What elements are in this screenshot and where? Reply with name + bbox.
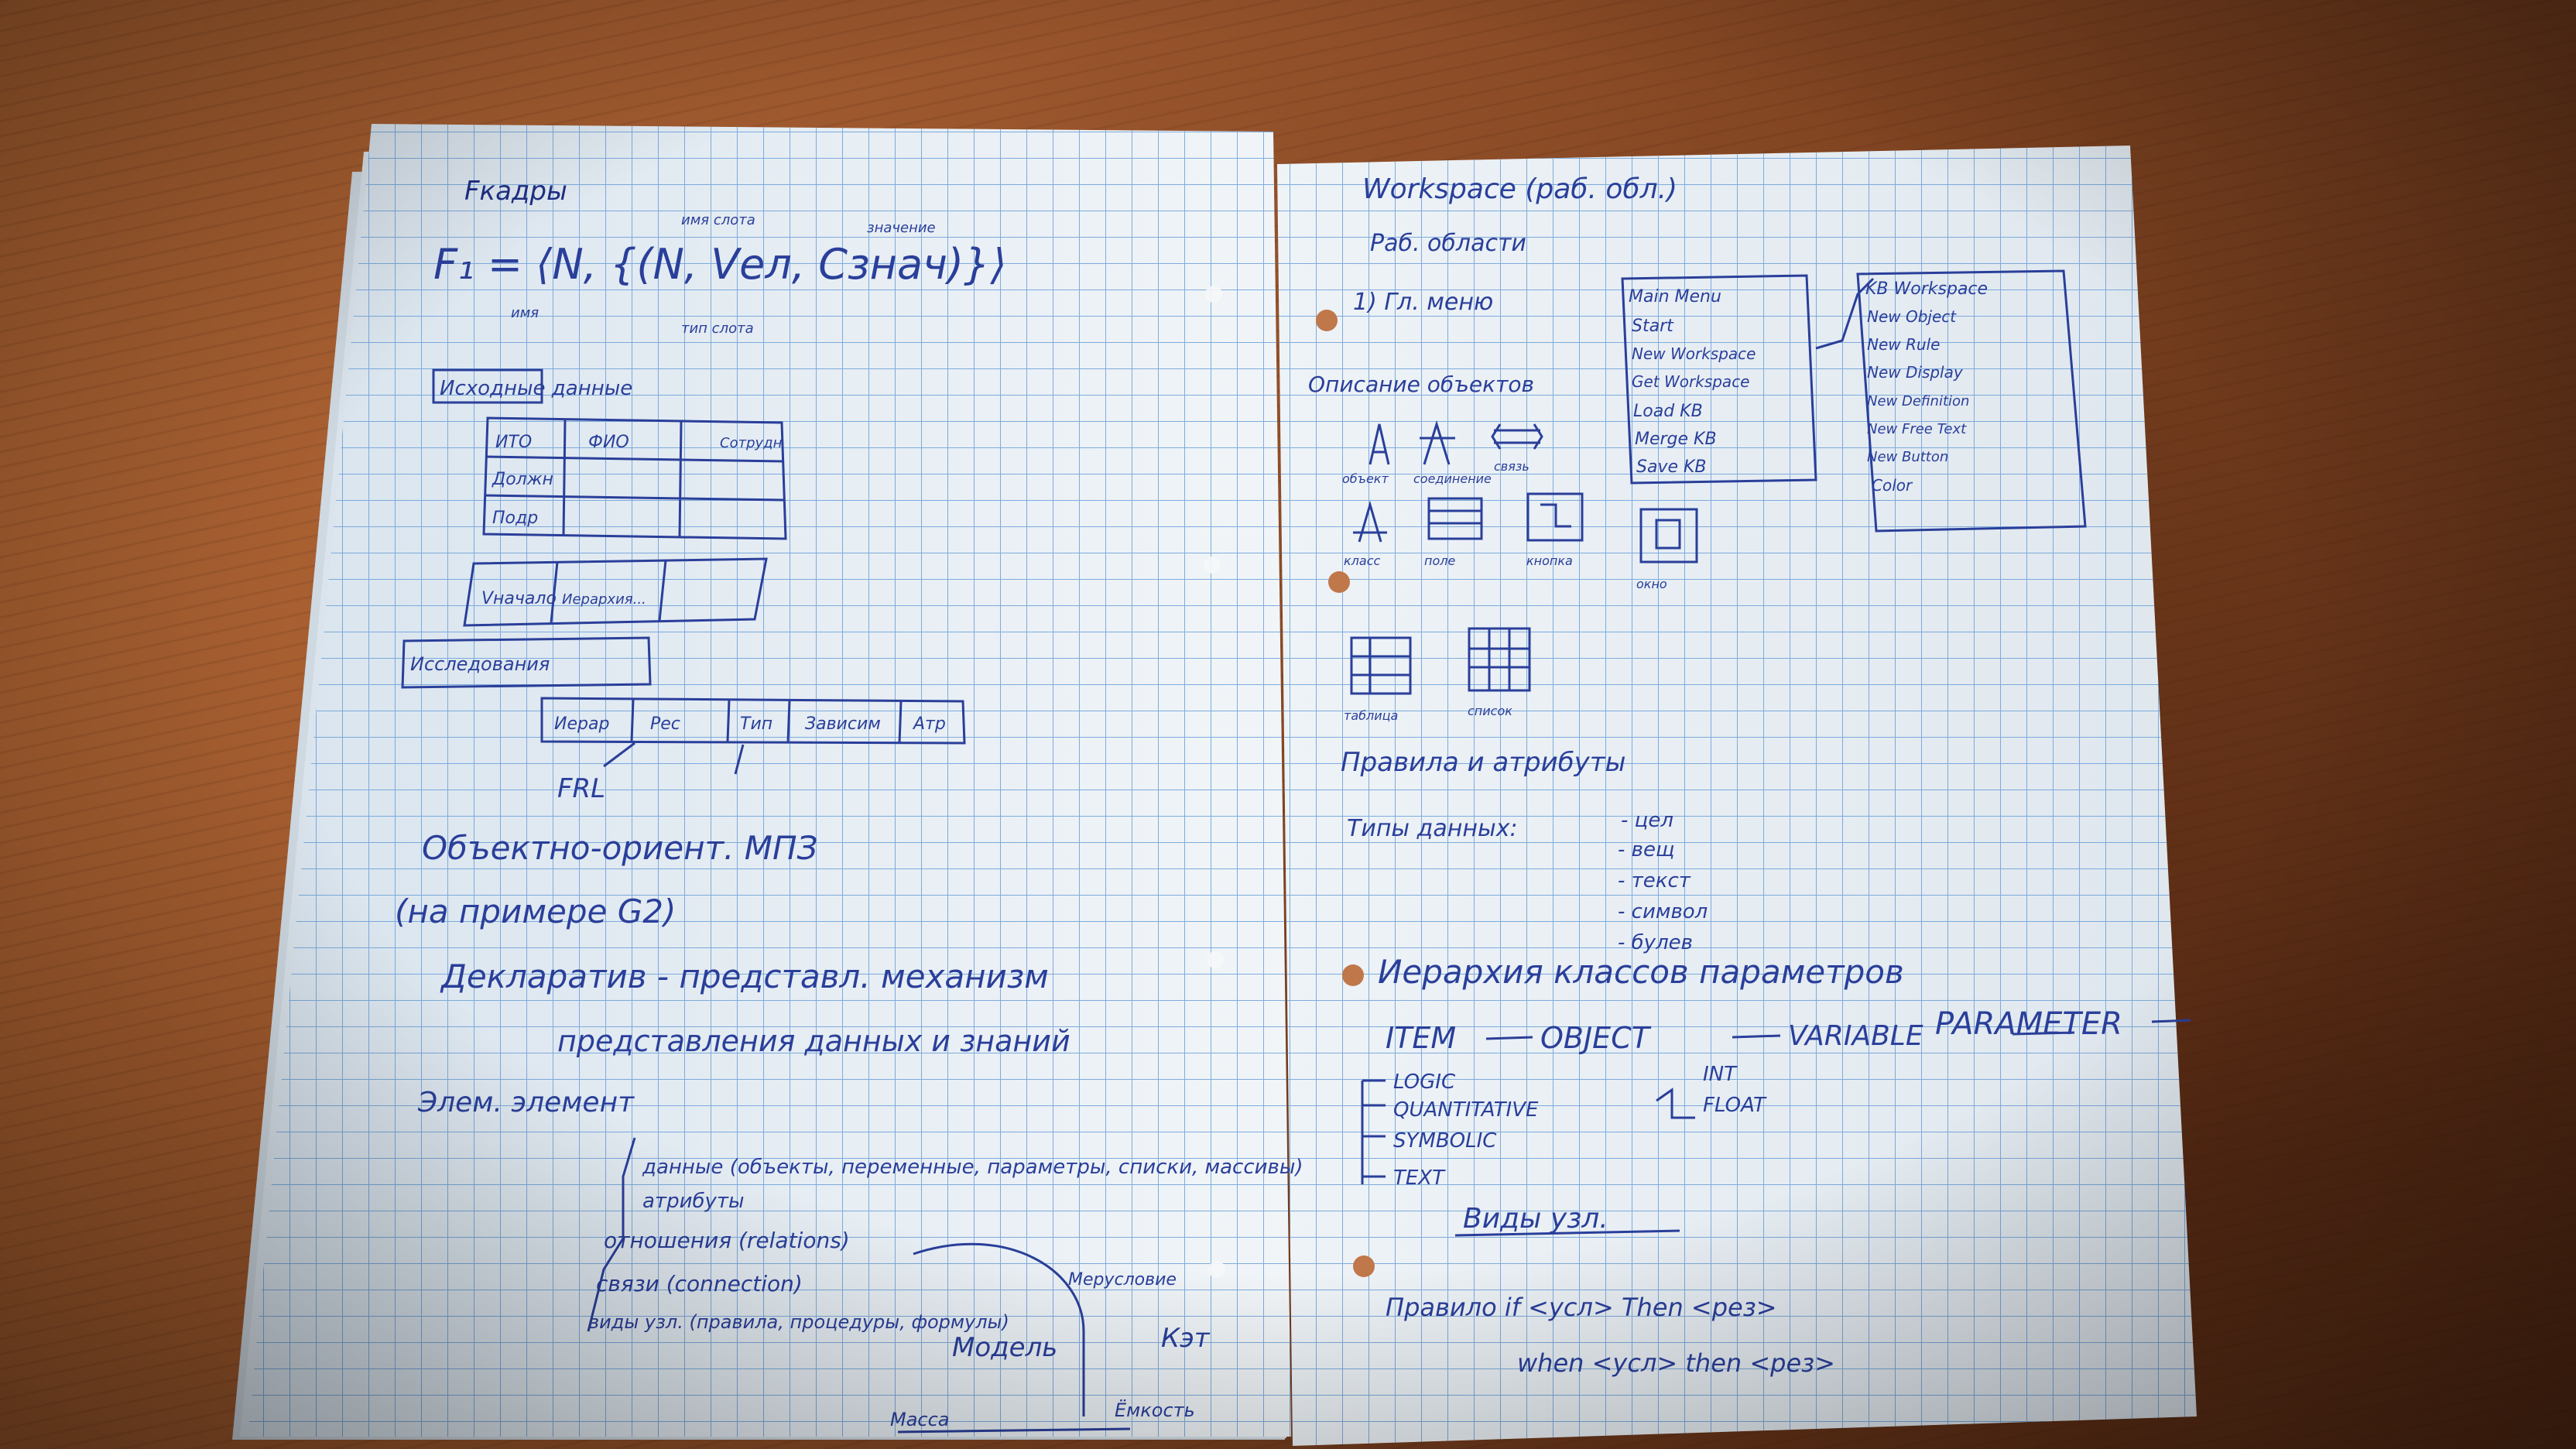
icon-caption: связь — [1494, 459, 1530, 474]
param-type: TEXT — [1393, 1166, 1446, 1190]
table-1-cell: ФИО — [588, 433, 629, 452]
kb-menu-item: New Display — [1867, 363, 1964, 382]
list-item: связи (connection) — [596, 1271, 803, 1297]
icon-caption: кнопка — [1526, 553, 1573, 568]
notebook-pages: Fкадры F₁ = ⟨N, {(N, Vел, Cзнач)}⟩ имя с… — [232, 124, 2197, 1446]
left-line-3: Декларатив - представл. механизм — [440, 957, 1049, 995]
param-type: FLOAT — [1703, 1094, 1767, 1117]
hierarchy-item: OBJECT — [1540, 1021, 1652, 1055]
table-1-cell: Подр — [492, 509, 538, 528]
main-menu-item: Start — [1632, 317, 1674, 336]
formula-note: имя слота — [681, 212, 755, 228]
frl-label: FRL — [557, 773, 605, 804]
hierarchy-item: VARIABLE — [1788, 1020, 1923, 1052]
formula-note: имя — [511, 305, 539, 321]
main-menu-item: Main Menu — [1629, 287, 1721, 307]
bottom-note: Масса — [890, 1409, 950, 1430]
main-menu-item: Get Workspace — [1632, 372, 1750, 391]
type-item: - вещ — [1618, 838, 1674, 862]
type-item: - цел — [1621, 809, 1673, 832]
binder-hole-right — [1342, 964, 1364, 986]
table-1-cell: Сотрудн — [720, 435, 783, 451]
table-3-cell: Атр — [912, 714, 946, 734]
formula-note: значение — [867, 220, 936, 236]
icon-caption: таблица — [1344, 708, 1398, 723]
table-1-cell: Должн — [492, 470, 553, 489]
binder-hole — [1207, 951, 1224, 968]
main-menu-item: New Workspace — [1632, 344, 1756, 363]
main-menu-item: Load KB — [1633, 402, 1703, 421]
table-3-cell: Тип — [740, 714, 772, 734]
bottom-note: Модель — [952, 1332, 1057, 1363]
desk-photo: Fкадры F₁ = ⟨N, {(N, Vел, Cзнач)}⟩ имя с… — [0, 0, 2576, 1449]
rule-section: Виды узл. — [1463, 1203, 1608, 1235]
table-2-cell: Иерархия... — [562, 591, 646, 608]
table-1-cell: ИТО — [495, 433, 532, 452]
list-item: отношения (relations) — [604, 1228, 850, 1253]
rules-title: Правила и атрибуты — [1341, 747, 1625, 778]
main-menu-item: Save KB — [1636, 457, 1707, 477]
left-formula: F₁ = ⟨N, {(N, Vел, Cзнач)}⟩ — [433, 240, 1006, 289]
kb-menu-item: New Button — [1867, 449, 1948, 465]
hierarchy-item: PARAMETER — [1935, 1006, 2122, 1042]
table-3-cell: Иерар — [554, 714, 609, 734]
bottom-note: Кэт — [1161, 1323, 1211, 1354]
formula-note: тип слота — [681, 320, 754, 337]
type-item: - текст — [1618, 869, 1691, 892]
kb-menu-item: KB Workspace — [1865, 279, 1988, 299]
param-type: SYMBOLIC — [1393, 1129, 1497, 1153]
list-item: данные (объекты, переменные, параметры, … — [642, 1156, 1303, 1179]
hierarchy-item: ITEM — [1386, 1021, 1456, 1055]
rule-line: when <усл> then <рез> — [1517, 1348, 1835, 1378]
objects-label: Описание объектов — [1308, 372, 1534, 397]
kb-menu-item: New Rule — [1867, 335, 1940, 354]
icon-caption: соединение — [1413, 471, 1492, 486]
param-type: INT — [1703, 1063, 1738, 1086]
right-page — [1277, 146, 2197, 1446]
kb-menu-item: New Definition — [1867, 393, 1969, 409]
param-type: LOGIC — [1393, 1070, 1456, 1094]
table-3-cell: Рес — [650, 714, 680, 734]
table-2-cell: Vначало — [481, 589, 557, 608]
right-subtitle: Раб. области — [1370, 230, 1526, 257]
section-1-label: Исходные данные — [440, 377, 632, 400]
binder-hole — [1205, 286, 1222, 303]
icon-caption: список — [1468, 704, 1512, 718]
table-3-cell: Зависим — [805, 714, 881, 734]
left-line-1: Объектно-ориент. МПЗ — [422, 829, 818, 867]
type-item: - символ — [1618, 900, 1708, 923]
type-item: - булев — [1618, 931, 1693, 954]
right-title: Workspace (раб. обл.) — [1362, 173, 1677, 205]
left-line-5: Элем. элемент — [417, 1087, 635, 1118]
icon-caption: окно — [1636, 577, 1667, 591]
icon-caption: поле — [1424, 553, 1455, 568]
icon-caption: класс — [1344, 553, 1380, 568]
list-item: атрибуты — [642, 1190, 745, 1213]
binder-hole — [1204, 557, 1221, 574]
left-title: Fкадры — [464, 176, 567, 207]
types-label: Типы данных: — [1347, 815, 1518, 842]
main-menu-item: Merge KB — [1635, 430, 1717, 449]
list-item: виды узл. (правила, процедуры, формулы) — [588, 1311, 1009, 1333]
binder-hole-right — [1328, 571, 1350, 593]
left-line-2: (на примере G2) — [395, 892, 676, 930]
right-item-1: 1) Гл. меню — [1353, 289, 1493, 316]
binder-hole-right — [1353, 1255, 1375, 1277]
icon-caption: объект — [1342, 471, 1389, 486]
bottom-note: Ёмкость — [1115, 1399, 1195, 1421]
binder-hole-right — [1316, 310, 1338, 331]
kb-menu-item: New Free Text — [1867, 421, 1967, 437]
left-line-4: представления данных и знаний — [557, 1024, 1070, 1058]
kb-menu-item: New Object — [1867, 307, 1957, 326]
section-2-label: Исследования — [410, 653, 550, 675]
binder-hole — [1208, 1261, 1225, 1278]
param-type: QUANTITATIVE — [1393, 1098, 1539, 1122]
bottom-note: Мерусловие — [1068, 1270, 1177, 1290]
kb-menu-item: Color — [1872, 476, 1913, 495]
hierarchy-title: Иерархия классов параметров — [1378, 953, 1904, 991]
rule-line: Правило if <усл> Then <рез> — [1386, 1293, 1777, 1322]
